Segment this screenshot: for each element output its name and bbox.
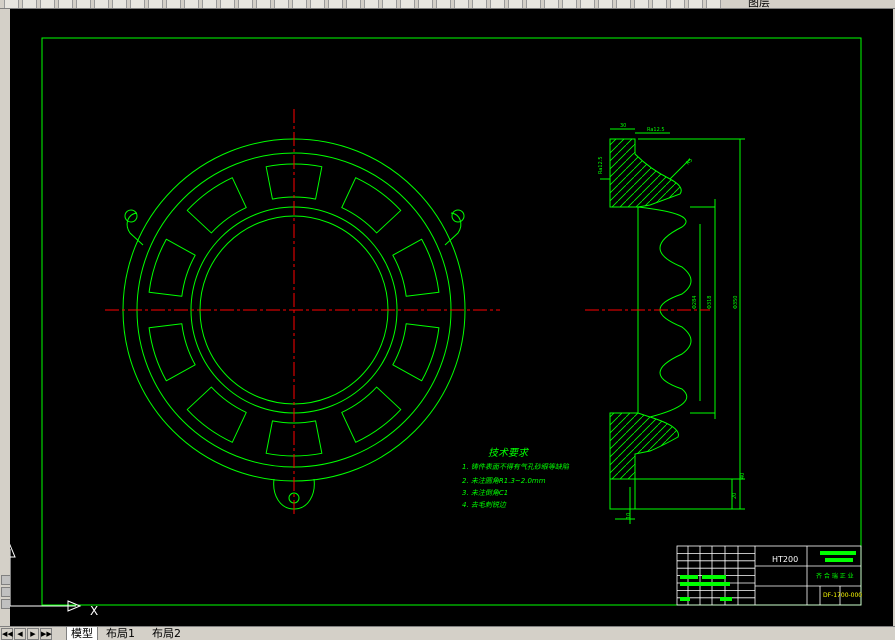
layout-tab-bar: ◀◀ ◀ ▶ ▶▶ 模型 布局1 布局2 xyxy=(0,626,895,640)
dim-d3: Φ350 xyxy=(733,296,739,309)
tab-layout1[interactable]: 布局1 xyxy=(102,627,139,640)
toolbar-button[interactable] xyxy=(652,0,667,8)
technical-notes: 技术要求 1. 铸件表面不得有气孔砂眼等缺陷 2. 未注圆角R1.3~2.0mm… xyxy=(462,447,570,509)
notes-title: 技术要求 xyxy=(488,447,530,459)
toolbar-button[interactable] xyxy=(562,0,577,8)
toolbar-button[interactable] xyxy=(256,0,271,8)
lug-left xyxy=(126,212,144,246)
toolbar-button[interactable] xyxy=(292,0,307,8)
toolbar-button[interactable] xyxy=(4,0,19,8)
toolbar-button[interactable] xyxy=(364,0,379,8)
material-text: HT200 xyxy=(772,555,798,564)
dim-top-note: Ra12.5 xyxy=(647,127,665,133)
window-slot xyxy=(392,238,440,297)
toolbar-button[interactable] xyxy=(436,0,451,8)
tab-nav-next[interactable]: ▶ xyxy=(27,628,39,640)
model-space-canvas[interactable]: 30 Ra12.5 Ra12.5 R5 Φ284 Φ318 Φ350 10 20… xyxy=(0,9,893,626)
lug-right xyxy=(444,212,462,246)
toolbar-button[interactable] xyxy=(76,0,91,8)
toolbar-button[interactable] xyxy=(490,0,505,8)
window-slot xyxy=(148,323,196,382)
tab-nav-last[interactable]: ▶▶ xyxy=(40,628,52,640)
company-text: 齐 合 瑞 正 业 xyxy=(816,572,854,580)
wavy-profile xyxy=(637,206,692,418)
ucs-icon: Y X xyxy=(0,512,98,618)
toolbar-button[interactable] xyxy=(508,0,523,8)
toolbar-button[interactable] xyxy=(454,0,469,8)
dim-d1: Φ284 xyxy=(692,296,698,309)
toolbar-button[interactable] xyxy=(706,0,721,8)
drawing-svg: 30 Ra12.5 Ra12.5 R5 Φ284 Φ318 Φ350 10 20… xyxy=(0,37,862,618)
tab-nav-first[interactable]: ◀◀ xyxy=(1,628,13,640)
toolbar-button[interactable] xyxy=(400,0,415,8)
window-slot xyxy=(186,177,247,234)
toolbar-button[interactable] xyxy=(238,0,253,8)
bottom-flange-section xyxy=(609,412,679,480)
tab-nav-prev[interactable]: ◀ xyxy=(14,628,26,640)
base-step xyxy=(609,479,636,510)
dim-radius: R5 xyxy=(685,157,694,166)
section-view xyxy=(600,128,745,524)
toolbar-button[interactable] xyxy=(94,0,109,8)
toolbar-button[interactable] xyxy=(544,0,559,8)
toolbar-button[interactable] xyxy=(112,0,127,8)
toolbar-button[interactable] xyxy=(274,0,289,8)
note-line-3: 3. 未注倒角C1 xyxy=(462,489,508,497)
standard-toolbar: 图层 xyxy=(0,0,895,9)
toolbar-button[interactable] xyxy=(166,0,181,8)
toolbar-button[interactable] xyxy=(346,0,361,8)
window-slot xyxy=(148,238,196,297)
window-slot xyxy=(392,323,440,382)
front-center-lines xyxy=(105,109,500,514)
toolbar-button[interactable] xyxy=(382,0,397,8)
toolbar-button[interactable] xyxy=(58,0,73,8)
top-flange-section xyxy=(609,138,682,208)
toolbar-button[interactable] xyxy=(598,0,613,8)
toolbar-button[interactable] xyxy=(670,0,685,8)
toolbar-button[interactable] xyxy=(616,0,631,8)
dim-d2: Φ318 xyxy=(707,296,713,309)
title-block-fills: HT200 齐 合 瑞 正 业 DF-1700-000 xyxy=(680,551,862,601)
dim-b1: 10 xyxy=(626,513,632,519)
note-line-4: 4. 去毛刺锐边 xyxy=(462,501,507,509)
toolbar-button[interactable] xyxy=(328,0,343,8)
toolbar-button[interactable] xyxy=(688,0,703,8)
toolbar-button[interactable] xyxy=(220,0,235,8)
window-slot xyxy=(341,177,402,234)
toolbar-button[interactable] xyxy=(184,0,199,8)
toolbar-button[interactable] xyxy=(130,0,145,8)
dim-top-width: 30 xyxy=(620,123,626,129)
toolbar-button[interactable] xyxy=(526,0,541,8)
note-line-1: 1. 铸件表面不得有气孔砂眼等缺陷 xyxy=(462,463,570,471)
toolbar-button[interactable] xyxy=(310,0,325,8)
note-line-2: 2. 未注圆角R1.3~2.0mm xyxy=(462,477,546,485)
toolbar-button[interactable] xyxy=(40,0,55,8)
tab-model[interactable]: 模型 xyxy=(66,627,98,640)
tab-layout2[interactable]: 布局2 xyxy=(148,627,185,640)
drawing-number-text: DF-1700-000 xyxy=(823,592,862,599)
toolbar-button[interactable] xyxy=(22,0,37,8)
toolbar-button[interactable] xyxy=(418,0,433,8)
ucs-x-label: X xyxy=(90,604,98,618)
drawing-border xyxy=(41,37,862,606)
toolbar-button[interactable] xyxy=(148,0,163,8)
toolbar-button[interactable] xyxy=(202,0,217,8)
dim-b3: 40 xyxy=(740,473,746,479)
dim-b2: 20 xyxy=(732,493,738,499)
dim-side-note: Ra12.5 xyxy=(598,156,604,174)
layer-dropdown-label[interactable]: 图层 xyxy=(748,0,770,8)
window-slot xyxy=(186,386,247,443)
toolbar-button[interactable] xyxy=(580,0,595,8)
toolbar-button[interactable] xyxy=(634,0,649,8)
window-slot xyxy=(341,386,402,443)
toolbar-button[interactable] xyxy=(472,0,487,8)
